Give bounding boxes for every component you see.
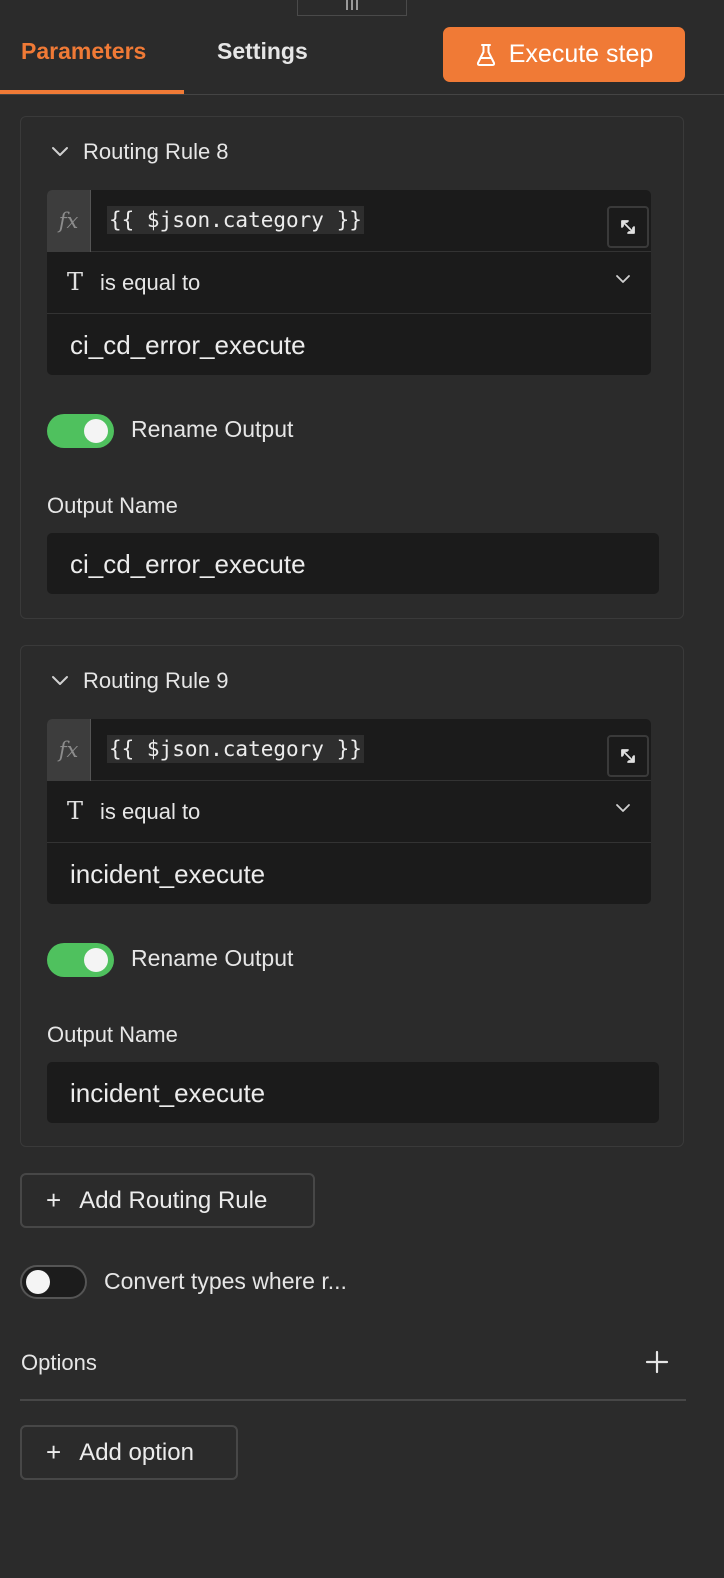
output-name-value: ci_cd_error_execute [70, 549, 306, 579]
add-routing-rule-button[interactable]: + Add Routing Rule [20, 1173, 315, 1228]
condition-block: fx {{ $json.category }} T is equal to ci… [47, 190, 651, 375]
routing-rule-card: Routing Rule 9 fx {{ $json.category }} T… [20, 645, 684, 1147]
operator-label: is equal to [100, 799, 201, 824]
chevron-down-icon [52, 676, 68, 685]
chevron-down-icon [616, 275, 630, 283]
expand-icon [621, 220, 635, 234]
convert-types-label: Convert types where r... [104, 1268, 347, 1294]
convert-types-toggle[interactable] [20, 1265, 87, 1299]
routing-rule-header[interactable]: Routing Rule 9 [51, 668, 229, 694]
tab-settings[interactable]: Settings [217, 38, 308, 65]
expression-input[interactable]: {{ $json.category }} [91, 190, 651, 252]
tab-bar: Parameters Settings Execute step [0, 0, 724, 95]
value-text: incident_execute [70, 859, 266, 889]
plus-icon: + [46, 1185, 62, 1215]
routing-rule-header[interactable]: Routing Rule 8 [51, 139, 229, 165]
rename-output-toggle[interactable] [47, 414, 114, 448]
execute-step-label: Execute step [508, 40, 654, 68]
operator-label: is equal to [100, 270, 201, 295]
options-divider [20, 1399, 686, 1401]
string-type-icon: T [67, 268, 84, 296]
options-label: Options [21, 1350, 97, 1375]
add-option-button[interactable]: + Add option [20, 1425, 238, 1480]
output-name-input[interactable]: incident_execute [47, 1062, 659, 1123]
fx-icon: fx [47, 719, 91, 781]
add-routing-rule-label: Add Routing Rule [79, 1186, 268, 1214]
routing-rule-title: Routing Rule 8 [83, 139, 229, 164]
operator-select[interactable]: T is equal to [47, 781, 651, 843]
operator-select[interactable]: T is equal to [47, 252, 651, 314]
value-input[interactable]: ci_cd_error_execute [47, 314, 651, 375]
routing-rule-card: Routing Rule 8 fx {{ $json.category }} T… [20, 116, 684, 619]
plus-icon: + [46, 1437, 62, 1467]
flask-icon [476, 43, 495, 66]
rename-output-label: Rename Output [131, 416, 294, 442]
expand-icon [621, 749, 635, 763]
expression-text: {{ $json.category }} [107, 735, 364, 763]
output-name-label: Output Name [47, 493, 178, 518]
output-name-value: incident_execute [70, 1078, 266, 1108]
tab-parameters[interactable]: Parameters [21, 38, 146, 65]
chevron-down-icon [616, 804, 630, 812]
expression-input[interactable]: {{ $json.category }} [91, 719, 651, 781]
string-type-icon: T [67, 797, 84, 825]
active-tab-indicator [0, 90, 184, 94]
output-name-input[interactable]: ci_cd_error_execute [47, 533, 659, 594]
toggle-knob [84, 948, 108, 972]
plus-icon[interactable] [645, 1350, 669, 1374]
execute-step-button[interactable]: Execute step [443, 27, 685, 82]
condition-block: fx {{ $json.category }} T is equal to in… [47, 719, 651, 904]
rename-output-toggle[interactable] [47, 943, 114, 977]
toggle-knob [26, 1270, 50, 1294]
value-input[interactable]: incident_execute [47, 843, 651, 904]
expand-editor-button[interactable] [607, 735, 649, 777]
value-text: ci_cd_error_execute [70, 330, 306, 360]
rename-output-label: Rename Output [131, 945, 294, 971]
output-name-label: Output Name [47, 1022, 178, 1047]
toggle-knob [84, 419, 108, 443]
chevron-down-icon [52, 147, 68, 156]
expand-editor-button[interactable] [607, 206, 649, 248]
expression-text: {{ $json.category }} [107, 206, 364, 234]
fx-icon: fx [47, 190, 91, 252]
routing-rule-title: Routing Rule 9 [83, 668, 229, 693]
add-option-label: Add option [79, 1438, 194, 1466]
